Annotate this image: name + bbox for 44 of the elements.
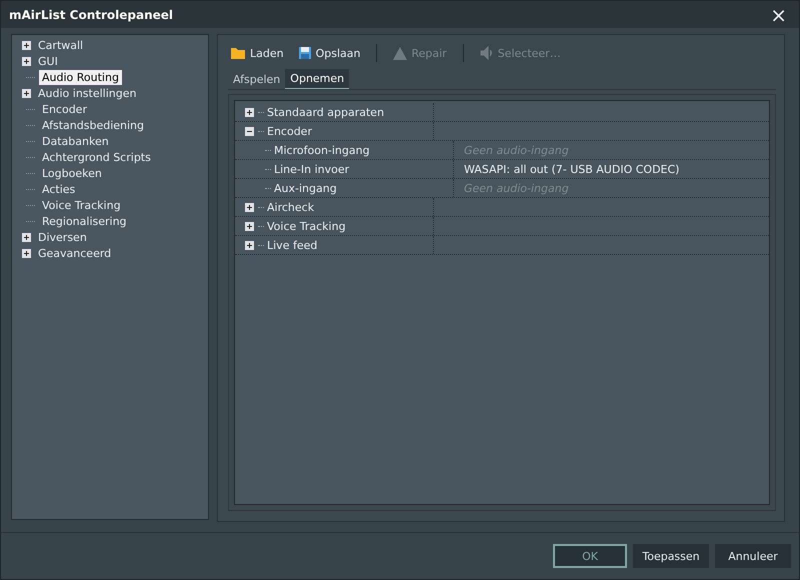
tree-item[interactable]: Microfoon-ingang [274,144,370,157]
sidebar-item[interactable]: Encoder [39,102,90,117]
sidebar-item[interactable]: Acties [39,182,78,197]
sidebar-item[interactable]: Cartwall [35,38,86,53]
sidebar-item[interactable]: Geavanceerd [35,246,114,261]
expand-icon[interactable] [245,126,254,136]
toolbar-button[interactable]: Laden [228,46,286,60]
tree-item[interactable]: Live feed [267,238,318,252]
tab[interactable]: Afspelen [228,69,286,90]
sidebar-item[interactable]: Diversen [35,230,90,245]
expand-icon[interactable] [22,232,31,242]
expand-icon[interactable] [245,240,254,250]
tree-item[interactable]: Voice Tracking [267,220,346,233]
sidebar-item[interactable]: Databanken [39,134,112,149]
expand-icon[interactable] [22,88,31,98]
expand-icon[interactable] [245,108,254,117]
sidebar-item[interactable]: GUI [35,54,61,69]
tab[interactable]: Opnemen [285,69,350,90]
sidebar-item[interactable]: Achtergrond Scripts [39,150,154,165]
sidebar-item[interactable]: Audio instellingen [35,86,140,101]
tree-item[interactable]: Line-In invoer [274,162,350,176]
sidebar-item[interactable]: Afstandsbediening [39,118,148,133]
expand-icon[interactable] [245,222,254,231]
value-text[interactable]: WASAPI: all out (7- USB AUDIO CODEC) [464,162,680,176]
dialog-button[interactable]: Toepassen [633,544,709,568]
sidebar-item[interactable]: Audio Routing [39,70,122,85]
toolbar-button[interactable]: Opslaan [296,46,362,60]
tree-item[interactable]: Encoder [267,124,312,138]
sidebar-item[interactable]: Voice Tracking [39,198,124,213]
speaker-icon [480,46,494,60]
sidebar-item[interactable]: Regionalisering [39,214,130,229]
tree-item[interactable]: Aux-ingang [274,182,337,195]
sidebar-item[interactable]: Logboeken [39,166,105,181]
expand-icon[interactable] [22,40,31,50]
window-title: mAirList Controlepaneel [9,8,174,22]
warning-icon [393,46,408,60]
close-button[interactable]: × [766,2,791,27]
expand-icon[interactable] [22,56,31,66]
expand-icon[interactable] [22,248,31,258]
tree-item[interactable]: Aircheck [267,200,314,214]
dialog-button[interactable]: Annuleer [715,544,791,568]
tree-item[interactable]: Standaard apparaten [267,106,384,119]
expand-icon[interactable] [245,202,254,212]
folder-icon [230,46,246,60]
